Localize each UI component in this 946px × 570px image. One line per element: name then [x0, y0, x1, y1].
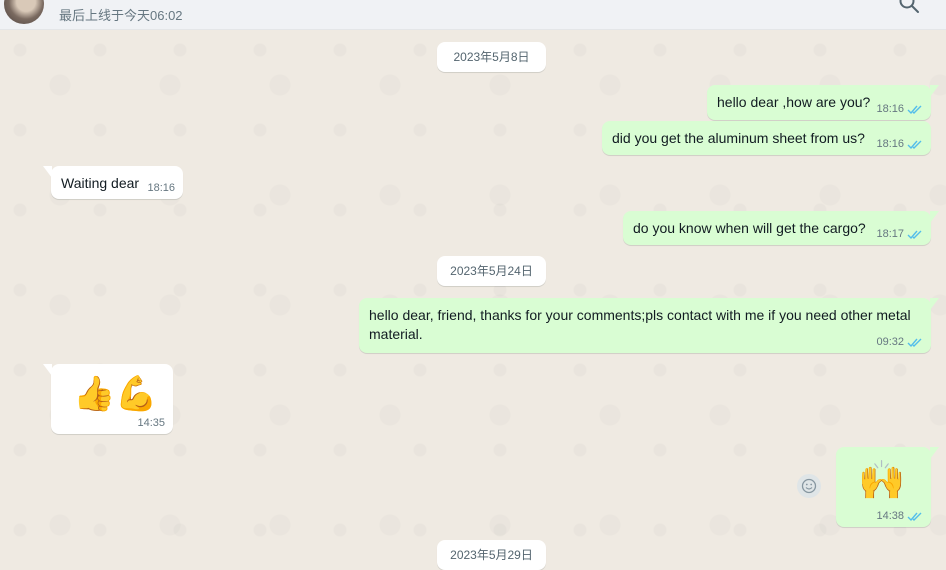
emoji-message: 👍💪 — [73, 375, 158, 413]
message-text: do you know when will get the cargo? — [633, 220, 866, 236]
message-text: hello dear, friend, thanks for your comm… — [369, 306, 929, 344]
double-check-icon — [907, 512, 922, 521]
double-check-icon — [907, 140, 922, 149]
double-check-icon — [907, 230, 922, 239]
message-time: 14:35 — [137, 417, 165, 429]
message-time: 18:16 — [876, 103, 904, 115]
message-outgoing[interactable]: hello dear ,how are you? 18:16 — [707, 85, 939, 120]
message-outgoing[interactable]: hello dear, friend, thanks for your comm… — [359, 298, 939, 353]
message-text: did you get the aluminum sheet from us? — [612, 130, 865, 146]
search-icon[interactable] — [898, 0, 920, 14]
message-time: 14:38 — [876, 510, 904, 522]
last-seen-status: 最后上线于今天06:02 — [59, 8, 183, 23]
message-text-line: hello dear, friend, thanks for your comm… — [369, 307, 911, 323]
emoji-reaction-button[interactable] — [797, 474, 821, 498]
date-divider: 2023年5月8日 — [437, 42, 546, 72]
smiley-icon — [801, 478, 817, 494]
date-divider: 2023年5月29日 — [437, 540, 546, 570]
message-time: 18:17 — [876, 228, 904, 240]
double-check-icon — [907, 105, 922, 114]
message-text: hello dear ,how are you? — [717, 94, 871, 110]
avatar[interactable] — [4, 0, 44, 24]
chat-panel: 2023年5月8日 hello dear ,how are you? 18:16… — [0, 30, 946, 570]
double-check-icon — [907, 338, 922, 347]
message-incoming[interactable]: 👍💪 14:35 — [43, 364, 173, 434]
message-outgoing[interactable]: did you get the aluminum sheet from us? … — [602, 121, 931, 155]
message-text: Waiting dear — [61, 175, 140, 191]
message-incoming[interactable]: Waiting dear 18:16 — [43, 166, 183, 199]
date-divider: 2023年5月24日 — [437, 256, 546, 286]
message-time: 18:16 — [147, 182, 175, 194]
chat-header: 最后上线于今天06:02 — [0, 0, 946, 30]
message-time: 18:16 — [876, 138, 904, 150]
message-time: 09:32 — [876, 336, 904, 348]
message-outgoing[interactable]: do you know when will get the cargo? 18:… — [623, 211, 939, 245]
message-text-line: material. — [369, 326, 423, 342]
message-outgoing[interactable]: 🙌 14:38 — [836, 447, 939, 527]
emoji-message: 🙌 — [858, 460, 906, 502]
